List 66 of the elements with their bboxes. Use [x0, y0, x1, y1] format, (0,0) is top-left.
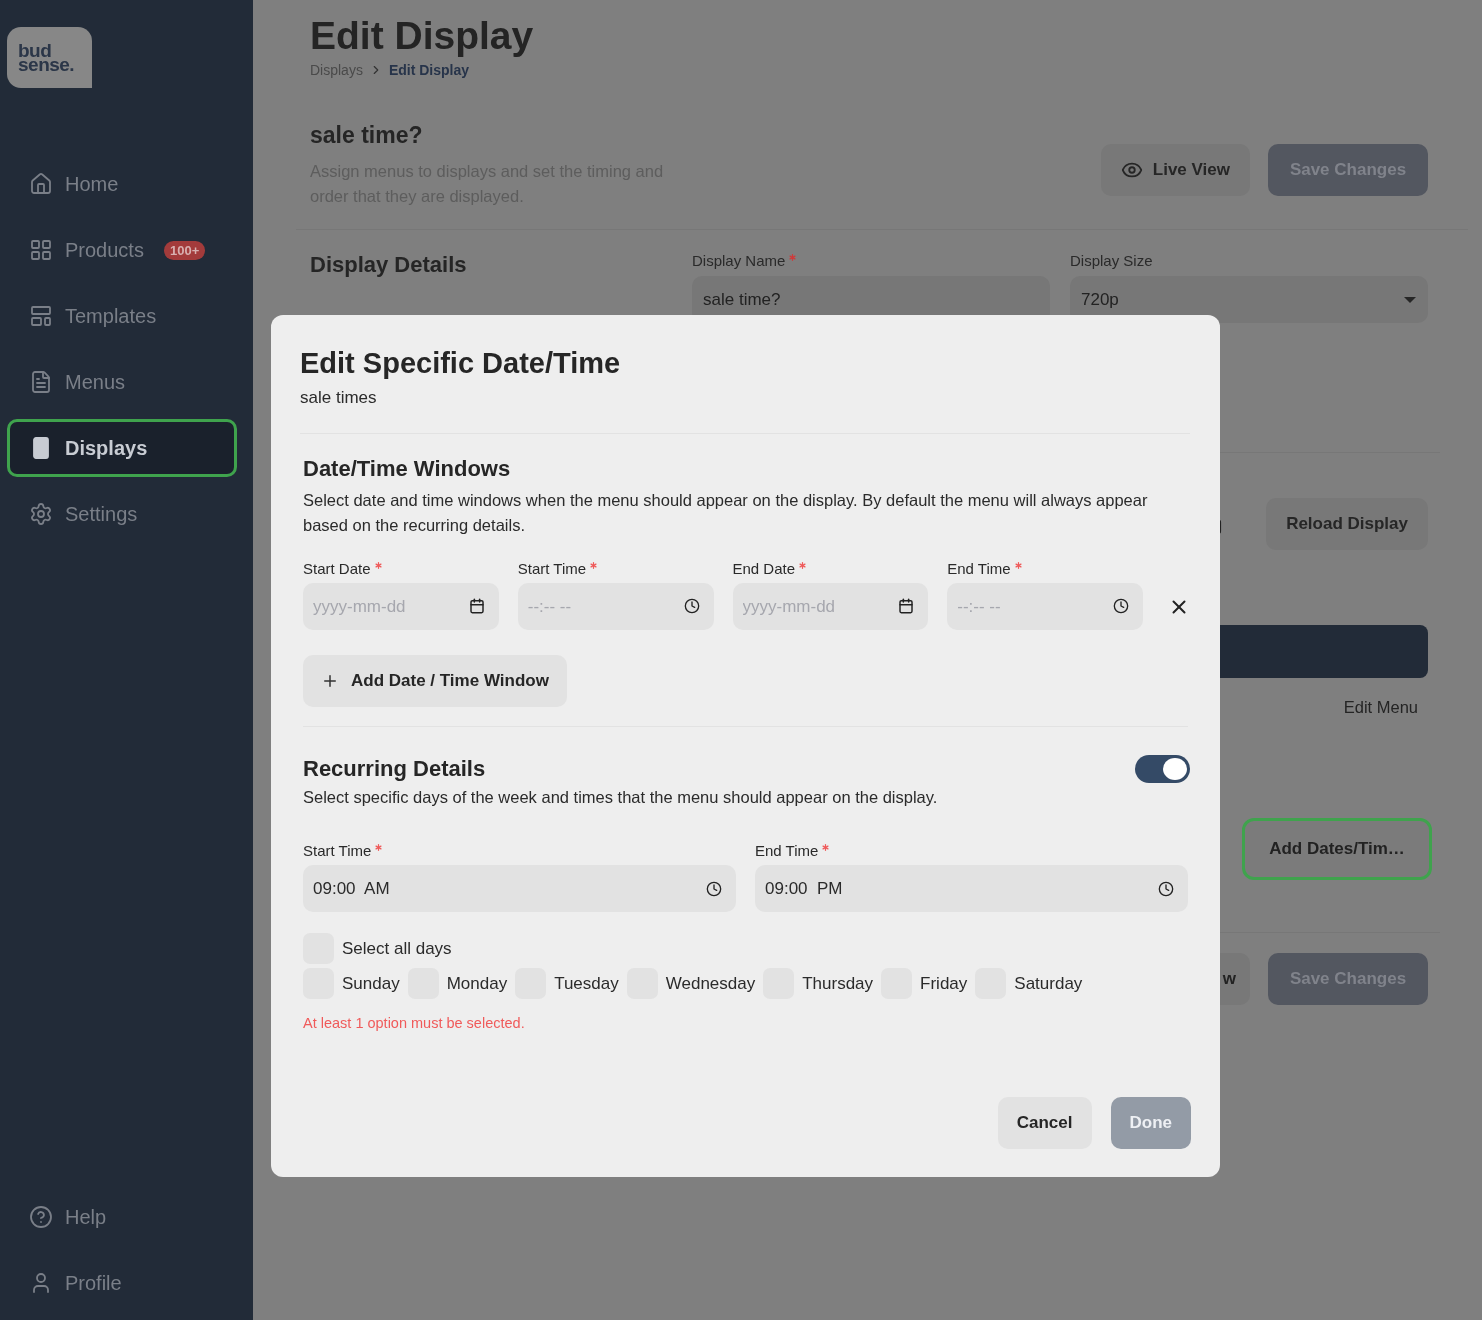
input-field[interactable]: --:-- -- — [517, 583, 714, 630]
section-title: Recurring Details — [303, 756, 486, 782]
error-message: At least 1 option must be selected. — [303, 1015, 526, 1031]
field-label: Display Size — [1070, 252, 1153, 269]
edit-menu-link[interactable]: Edit Menu — [1343, 698, 1418, 717]
sidebar-item[interactable]: Displays — [7, 419, 237, 477]
help-icon — [29, 1205, 53, 1229]
cancel-button[interactable]: Cancel — [997, 1097, 1092, 1149]
select-field[interactable]: 720p — [1070, 276, 1428, 323]
clock-icon — [706, 880, 722, 897]
clock-icon — [1113, 598, 1129, 614]
page-title: Edit Display — [310, 14, 535, 58]
home-icon — [29, 172, 53, 196]
reload-button[interactable]: Reload Display — [1266, 498, 1428, 550]
done-button[interactable]: Done — [1110, 1097, 1191, 1149]
caret-icon — [1404, 296, 1416, 303]
calendar-icon — [898, 598, 915, 614]
count-badge: 100+ — [163, 240, 206, 260]
clock-icon — [1158, 880, 1174, 897]
field-label: End Time — [755, 842, 819, 859]
add-dates-button[interactable]: Add Dates/Tim… — [1242, 818, 1432, 880]
checkbox[interactable]: Monday — [407, 968, 508, 999]
field-label: Start Time — [517, 560, 587, 577]
input-field[interactable]: 09:00 PM — [755, 865, 1188, 912]
field-label: Display Name — [692, 252, 786, 269]
sidebar-item[interactable]: Settings — [7, 485, 237, 543]
clock-icon — [683, 598, 700, 614]
field-label: End Date — [732, 560, 796, 577]
input-field[interactable]: yyyy-mm-dd — [303, 583, 499, 630]
sidebar-item[interactable]: Products 100+ — [7, 221, 237, 279]
document-icon — [29, 370, 53, 394]
add-window-button[interactable]: Add Date / Time Window — [303, 655, 567, 707]
checkbox[interactable]: Sunday — [303, 968, 400, 999]
sidebar-item[interactable]: Menus — [7, 353, 237, 411]
section-title: Date/Time Windows — [303, 456, 512, 482]
display-name-heading: sale time? — [310, 122, 424, 149]
plus-icon — [321, 672, 339, 690]
settings-icon — [29, 502, 53, 526]
field-label: End Time — [947, 560, 1011, 577]
sidebar-item[interactable]: Help — [7, 1188, 237, 1246]
toggle-switch[interactable] — [1135, 755, 1190, 783]
input-field[interactable]: 09:00 AM — [303, 865, 736, 912]
checkbox[interactable]: Select all days — [303, 933, 452, 964]
dialog-title: Edit Specific Date/Time — [300, 347, 622, 380]
live-view-button[interactable]: Live View — [1100, 144, 1250, 196]
sidebar-item[interactable]: Templates — [7, 287, 237, 345]
breadcrumb-link[interactable]: Edit Display — [388, 62, 470, 78]
section-description: Select specific days of the week and times that the menu should appear on the display. — [303, 787, 939, 808]
checkbox[interactable]: Tuesday — [515, 968, 619, 999]
sidebar-item[interactable]: Home — [7, 155, 237, 213]
field-label: Start Date — [303, 560, 371, 577]
dialog-subtitle: sale times — [300, 388, 378, 408]
grid-icon — [29, 238, 53, 262]
input-field[interactable]: yyyy-mm-dd — [732, 583, 929, 630]
checkbox[interactable]: Thursday — [763, 968, 874, 999]
field-label: Start Time — [303, 842, 372, 859]
checkbox[interactable]: Saturday — [975, 968, 1083, 999]
calendar-icon — [468, 598, 485, 614]
checkbox[interactable]: Wednesday — [626, 968, 756, 999]
input-field[interactable]: --:-- -- — [947, 583, 1143, 630]
checkbox[interactable]: Friday — [881, 968, 968, 999]
section-title: Display Details — [310, 252, 468, 279]
layout-icon — [29, 304, 53, 328]
section-description: Select date and time windows when the menu should appear on the display. By default the menu will always appear based on the recurring details. — [303, 490, 1149, 536]
sidebar-item[interactable]: Profile — [7, 1254, 237, 1312]
logo: bud sense. — [7, 27, 92, 88]
